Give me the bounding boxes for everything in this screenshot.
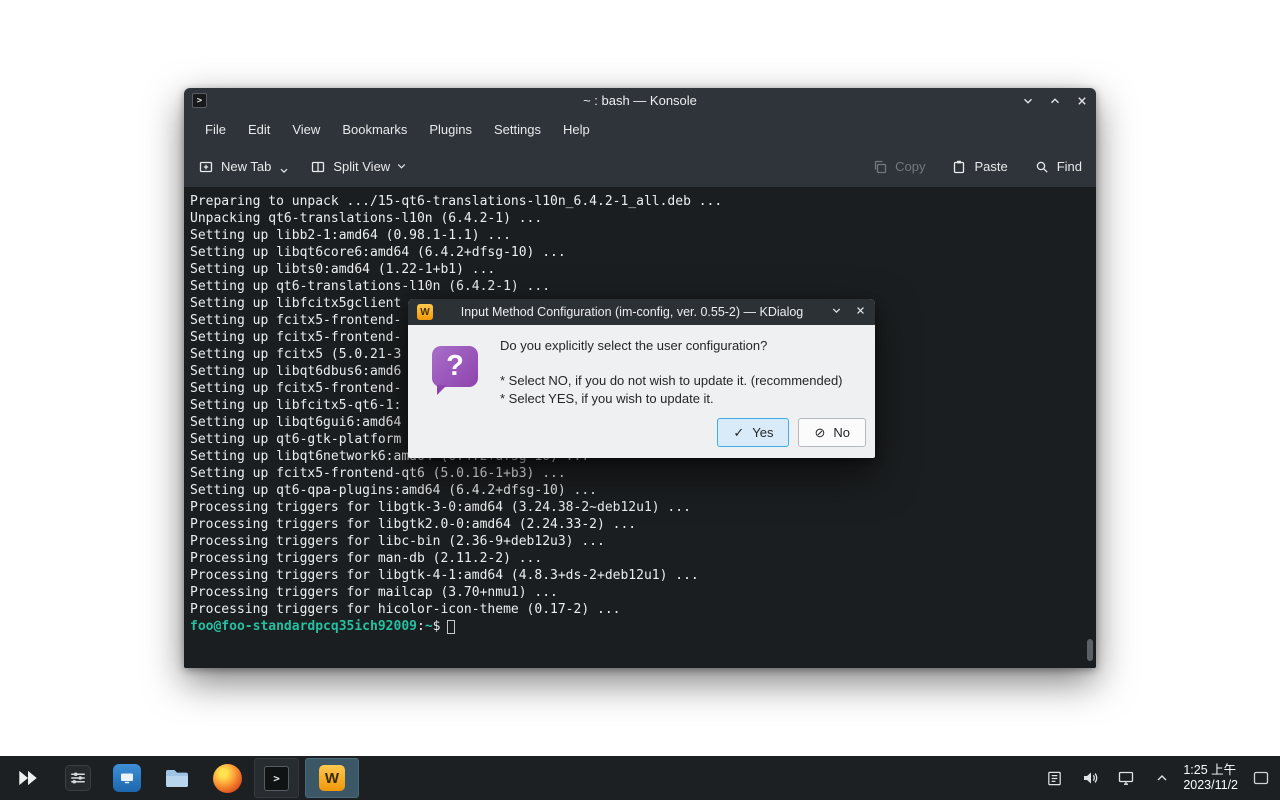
check-icon: ✓ — [733, 425, 744, 441]
no-button[interactable]: ⊘ No — [798, 418, 866, 447]
copy-label: Copy — [895, 159, 925, 174]
find-label: Find — [1057, 159, 1082, 174]
question-icon: ? — [432, 346, 478, 387]
maximize-button[interactable] — [1049, 95, 1061, 107]
dialog-bullet-yes: * Select YES, if you wish to update it. — [500, 390, 843, 408]
konsole-task-icon: > — [264, 766, 289, 791]
taskbar-task-kdialog[interactable]: W — [305, 758, 359, 798]
no-button-label: No — [833, 425, 850, 440]
terminal-line: Processing triggers for libc-bin (2.36-9… — [190, 533, 1096, 550]
new-tab-button[interactable]: New Tab — [198, 159, 288, 175]
menu-item[interactable]: Settings — [483, 122, 552, 137]
terminal-line: Preparing to unpack .../15-qt6-translati… — [190, 193, 1096, 210]
clock[interactable]: 1:25 上午 2023/11/2 — [1183, 763, 1238, 793]
prompt-path: ~ — [425, 618, 433, 635]
terminal-line: Processing triggers for mailcap (3.70+nm… — [190, 584, 1096, 601]
notifications-tray-icon[interactable] — [1043, 763, 1065, 793]
dialog-question: Do you explicitly select the user config… — [500, 338, 767, 353]
launcher-icon — [16, 766, 40, 790]
terminal-line: Setting up libqt6core6:amd64 (6.4.2+dfsg… — [190, 244, 1096, 261]
tray-expand-chevron-icon[interactable] — [1151, 763, 1173, 793]
paste-label: Paste — [974, 159, 1007, 174]
split-view-button[interactable]: Split View — [310, 159, 406, 175]
kdialog-close-button[interactable] — [855, 303, 866, 321]
split-view-label: Split View — [333, 159, 390, 174]
terminal-line: Processing triggers for libgtk-4-1:amd64… — [190, 567, 1096, 584]
menu-item[interactable]: Bookmarks — [331, 122, 418, 137]
terminal-cursor — [447, 620, 455, 634]
toolbar: New Tab Split View Copy Paste — [184, 146, 1096, 187]
terminal-line: Setting up qt6-qpa-plugins:amd64 (6.4.2+… — [190, 482, 1096, 499]
terminal-line: Setting up fcitx5-frontend-qt6 (5.0.16-1… — [190, 465, 1096, 482]
firefox-icon — [213, 764, 242, 793]
terminal-prompt: foo@foo-standardpcq35ich92009:~$ — [190, 618, 1096, 635]
pinned-app-firefox[interactable] — [206, 758, 248, 798]
taskbar-settings-button[interactable] — [58, 758, 98, 798]
yes-button[interactable]: ✓ Yes — [717, 418, 789, 447]
clock-time: 1:25 上午 — [1183, 763, 1238, 778]
paste-button[interactable]: Paste — [951, 159, 1007, 175]
window-title: ~ : bash — Konsole — [284, 93, 996, 108]
terminal-line: Processing triggers for man-db (2.11.2-2… — [190, 550, 1096, 567]
menu-bar: FileEditViewBookmarksPluginsSettingsHelp — [184, 113, 1096, 146]
no-icon: ⊘ — [814, 425, 825, 441]
terminal-line: Processing triggers for libgtk2.0-0:amd6… — [190, 516, 1096, 533]
app-launcher-button[interactable] — [8, 758, 48, 798]
display-tray-icon[interactable] — [1115, 763, 1137, 793]
new-tab-label: New Tab — [221, 159, 271, 174]
find-button[interactable]: Find — [1034, 159, 1082, 175]
terminal-line: Setting up libts0:amd64 (1.22-1+b1) ... — [190, 261, 1096, 278]
scrollbar-thumb[interactable] — [1087, 639, 1093, 661]
menu-item[interactable]: Help — [552, 122, 601, 137]
window-titlebar[interactable]: > ~ : bash — Konsole — [184, 88, 1096, 113]
menu-item[interactable]: Plugins — [418, 122, 483, 137]
volume-tray-icon[interactable] — [1079, 763, 1101, 793]
prompt-user-host: foo@foo-standardpcq35ich92009 — [190, 618, 417, 635]
kdialog-task-icon: W — [319, 765, 345, 791]
kdialog-app-icon: W — [417, 304, 433, 320]
system-tray — [1043, 763, 1173, 793]
kdialog-titlebar[interactable]: W Input Method Configuration (im-config,… — [408, 299, 875, 325]
taskbar-task-konsole[interactable]: > — [254, 758, 299, 798]
menu-item[interactable]: Edit — [237, 122, 281, 137]
menu-item[interactable]: View — [281, 122, 331, 137]
pinned-app-blue[interactable] — [106, 758, 148, 798]
folder-icon — [163, 764, 191, 792]
clock-date: 2023/11/2 — [1183, 778, 1238, 793]
terminal-scrollbar[interactable] — [1086, 189, 1094, 666]
close-button[interactable] — [1076, 95, 1088, 107]
terminal-line: Unpacking qt6-translations-l10n (6.4.2-1… — [190, 210, 1096, 227]
yes-button-label: Yes — [752, 425, 773, 440]
taskbar: > W 1:25 上午 2023/11/2 — [0, 756, 1280, 800]
desktop: > ~ : bash — Konsole FileEditViewBookmar… — [0, 0, 1280, 800]
kdialog-body: ? Do you explicitly select the user conf… — [408, 325, 875, 458]
sliders-icon — [65, 765, 91, 791]
menu-item[interactable]: File — [194, 122, 237, 137]
minimize-button[interactable] — [1022, 95, 1034, 107]
show-desktop-button[interactable] — [1248, 758, 1274, 798]
copy-button[interactable]: Copy — [872, 159, 925, 175]
terminal-line: Processing triggers for hicolor-icon-the… — [190, 601, 1096, 618]
pinned-app-file-manager[interactable] — [156, 758, 198, 798]
konsole-icon: > — [192, 93, 207, 108]
remote-display-icon — [113, 764, 141, 792]
terminal-line: Processing triggers for libgtk-3-0:amd64… — [190, 499, 1096, 516]
terminal-line: Setting up libb2-1:amd64 (0.98.1-1.1) ..… — [190, 227, 1096, 244]
kdialog-shade-button[interactable] — [831, 303, 842, 321]
kdialog-window: W Input Method Configuration (im-config,… — [408, 299, 875, 458]
show-desktop-icon — [1252, 769, 1270, 787]
prompt-symbol: $ — [433, 618, 441, 635]
prompt-separator: : — [417, 618, 425, 635]
dialog-bullet-no: * Select NO, if you do not wish to updat… — [500, 372, 843, 390]
kdialog-title: Input Method Configuration (im-config, v… — [433, 305, 831, 319]
terminal-line: Setting up qt6-translations-l10n (6.4.2-… — [190, 278, 1096, 295]
dialog-options-text: * Select NO, if you do not wish to updat… — [500, 372, 843, 408]
